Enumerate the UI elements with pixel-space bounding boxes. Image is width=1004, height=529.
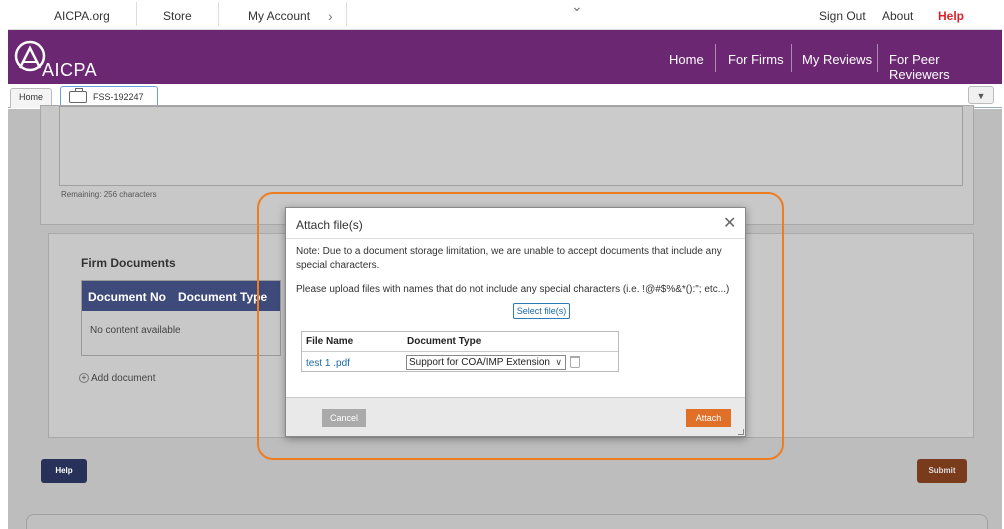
remaining-characters: Remaining: 256 characters [61,190,157,199]
firm-documents-table: Document No Document Type No content ava… [81,280,281,356]
tab-dropdown-button[interactable]: ▼ [968,86,994,104]
page-footer-panel [26,514,988,529]
tab-label: FSS-192247 [93,92,144,102]
divider [877,44,878,72]
help-link[interactable]: Help [938,9,964,23]
column-document-type[interactable]: Document Type [178,290,267,304]
help-button[interactable]: Help [41,459,87,483]
chevron-right-icon: › [328,8,333,24]
nav-for-peer-reviewers[interactable]: For Peer Reviewers [889,52,1002,82]
divider [136,2,137,26]
about-link[interactable]: About [882,9,913,23]
nav-for-firms[interactable]: For Firms [728,52,784,67]
utility-bar: AICPA.org Store My Account › ⌄ Sign Out … [8,0,1002,30]
add-document-label: Add document [91,373,156,384]
add-document-button[interactable]: + Add document [79,373,156,384]
my-account-link[interactable]: My Account [248,9,310,23]
chevron-down-icon[interactable]: ⌄ [571,0,583,15]
plus-circle-icon: + [79,373,89,384]
divider [218,2,219,26]
nav-my-reviews[interactable]: My Reviews [802,52,872,67]
store-link[interactable]: Store [163,9,192,23]
column-document-no[interactable]: Document No [88,290,166,304]
app-frame: AICPA.org Store My Account › ⌄ Sign Out … [8,0,1002,529]
sign-out-link[interactable]: Sign Out [819,9,866,23]
comments-textarea[interactable] [59,106,963,186]
table-header: Document No Document Type [82,281,280,311]
divider [346,2,347,26]
divider [715,44,716,72]
aicpa-org-link[interactable]: AICPA.org [54,9,110,23]
firm-documents-title: Firm Documents [81,256,176,270]
logo-text: AICPA [42,60,98,80]
main-header: AICPA Home For Firms My Reviews For Peer… [8,30,1002,84]
highlight-annotation [257,192,784,460]
nav-home[interactable]: Home [669,52,704,67]
divider [791,44,792,72]
briefcase-icon [69,88,87,103]
submit-button[interactable]: Submit [917,459,967,483]
